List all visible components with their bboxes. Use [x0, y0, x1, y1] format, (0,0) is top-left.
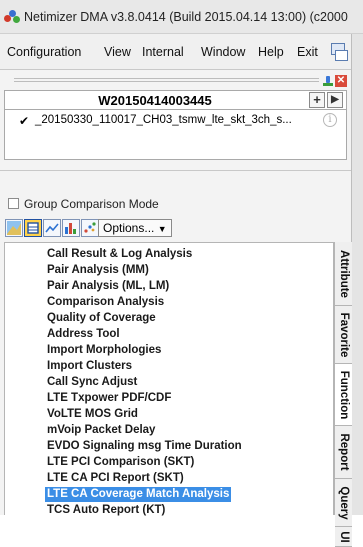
list-item[interactable]: EVDO Signaling msg Time Duration	[45, 439, 244, 454]
workspace-title: W20150414003445	[98, 93, 212, 108]
tab-function-label: Function	[337, 370, 350, 419]
tab-ui[interactable]: UI	[335, 527, 352, 547]
tab-query[interactable]: Query	[335, 479, 352, 527]
pin-icon[interactable]	[322, 76, 333, 87]
menu-bar: Configuration View Internal Window Help …	[0, 34, 363, 70]
list-item[interactable]: Address Tool	[45, 327, 122, 342]
bar-chart-icon[interactable]	[62, 219, 80, 237]
tab-attribute-label: Attribute	[337, 249, 350, 298]
list-item[interactable]: TCS Auto Report (KT)	[45, 503, 167, 518]
workspace-header: W20150414003445 + ▶	[4, 90, 347, 110]
tab-report[interactable]: Report	[335, 426, 352, 479]
tab-function[interactable]: Function	[335, 364, 352, 426]
tab-favorite-label: Favorite	[337, 312, 350, 357]
close-icon[interactable]: ✕	[335, 75, 347, 87]
list-item[interactable]: Call Sync Adjust	[45, 375, 139, 390]
play-icon[interactable]: ▶	[327, 92, 343, 108]
list-item[interactable]: LTE CA PCI Report (SKT)	[45, 471, 186, 486]
tab-attribute[interactable]: Attribute	[335, 242, 352, 306]
app-icon	[4, 10, 20, 24]
line-chart-icon[interactable]	[43, 219, 61, 237]
tab-ui-label: UI	[337, 530, 350, 543]
menu-window[interactable]: Window	[201, 45, 245, 59]
vertical-tabs: Attribute Favorite Function Report Query…	[334, 242, 352, 547]
add-icon[interactable]: +	[309, 92, 325, 108]
grid-icon[interactable]	[24, 219, 42, 237]
tab-report-label: Report	[337, 433, 350, 471]
group-comparison-label: Group Comparison Mode	[24, 197, 159, 211]
group-comparison-row: Group Comparison Mode	[4, 195, 347, 215]
menu-configuration[interactable]: Configuration	[7, 45, 81, 59]
divider	[0, 170, 351, 171]
options-label: Options...	[103, 221, 155, 235]
list-item[interactable]: mVoip Packet Delay	[45, 423, 157, 438]
options-dropdown[interactable]: Options... ▼	[98, 219, 172, 237]
list-item[interactable]: Comparison Analysis	[45, 295, 166, 310]
panel-grip[interactable]	[14, 78, 319, 84]
window-tool-icon[interactable]	[329, 42, 348, 61]
file-checkbox[interactable]: ✔	[19, 115, 31, 127]
menu-view[interactable]: View	[104, 45, 131, 59]
list-item[interactable]: Import Morphologies	[45, 343, 163, 358]
list-item[interactable]: Pair Analysis (MM)	[45, 263, 151, 278]
right-edge-panel	[351, 34, 363, 515]
list-item[interactable]: Pair Analysis (ML, LM)	[45, 279, 171, 294]
scatter-icon[interactable]	[81, 219, 99, 237]
list-item[interactable]: Quality of Coverage	[45, 311, 158, 326]
title-bar: Netimizer DMA v3.8.0414 (Build 2015.04.1…	[0, 0, 363, 34]
list-item[interactable]: LTE Txpower PDF/CDF	[45, 391, 173, 406]
chevron-down-icon: ▼	[157, 224, 167, 234]
menu-help[interactable]: Help	[258, 45, 284, 59]
list-item-selected[interactable]: LTE CA Coverage Match Analysis	[45, 487, 232, 502]
list-item[interactable]: LTE PCI Comparison (SKT)	[45, 455, 196, 470]
tab-query-label: Query	[337, 485, 350, 520]
file-label[interactable]: _20150330_110017_CH03_tsmw_lte_skt_3ch_s…	[35, 114, 292, 126]
tab-favorite[interactable]: Favorite	[335, 306, 352, 364]
function-list: Call Result & Log Analysis Pair Analysis…	[4, 242, 334, 518]
list-item[interactable]: VoLTE MOS Grid	[45, 407, 140, 422]
window-title: Netimizer DMA v3.8.0414 (Build 2015.04.1…	[24, 10, 348, 24]
info-icon[interactable]: i	[323, 113, 337, 127]
menu-exit[interactable]: Exit	[297, 45, 318, 59]
view-toolbar: Options... ▼	[4, 218, 347, 240]
list-item[interactable]: Call Result & Log Analysis	[45, 247, 194, 262]
menu-internal[interactable]: Internal	[142, 45, 184, 59]
file-list: ✔ _20150330_110017_CH03_tsmw_lte_skt_3ch…	[4, 110, 347, 160]
list-item[interactable]: Import Clusters	[45, 359, 134, 374]
map-icon[interactable]	[5, 219, 23, 237]
group-comparison-checkbox[interactable]	[8, 198, 19, 209]
